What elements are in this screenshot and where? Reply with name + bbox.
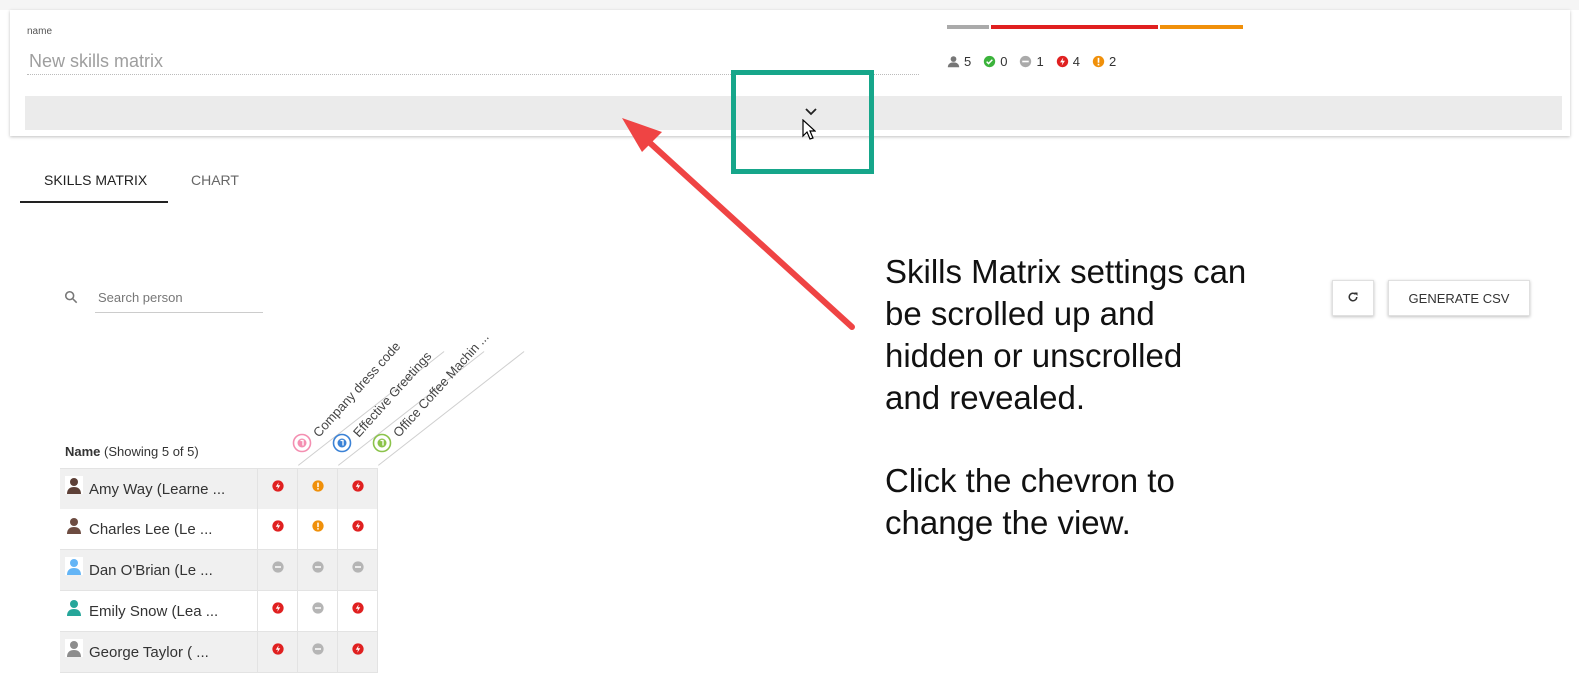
due-soon-icon <box>311 480 324 492</box>
overdue-icon <box>271 602 284 614</box>
skill-status-cell[interactable] <box>258 469 298 509</box>
person-name-cell[interactable]: Emily Snow (Lea ... <box>60 591 258 631</box>
skill-status-cell[interactable] <box>298 469 338 509</box>
not-started-icon <box>271 561 284 573</box>
person-name-cell[interactable]: Dan O'Brian (Le ... <box>60 550 258 590</box>
stat-overdue-count: 4 <box>1072 54 1080 69</box>
annotation-line-4: and revealed. <box>885 379 1085 416</box>
overdue-icon <box>351 602 364 614</box>
skill-status-cell[interactable] <box>298 550 338 590</box>
avatar <box>65 476 83 494</box>
skill-status-cell[interactable] <box>258 550 298 590</box>
person-icon <box>947 55 960 68</box>
skill-status-cell[interactable] <box>338 550 378 590</box>
tab-chart[interactable]: CHART <box>191 172 239 188</box>
overdue-icon <box>351 643 364 655</box>
progress-overdue <box>991 25 1158 29</box>
name-column-label: Name <box>65 444 101 459</box>
person-name: Charles Lee (Le ... <box>89 520 213 538</box>
refresh-button[interactable] <box>1332 280 1374 316</box>
not-started-icon <box>311 602 324 614</box>
table-row: George Taylor ( ... <box>60 632 378 673</box>
not-started-icon <box>311 561 324 573</box>
person-name: George Taylor ( ... <box>89 643 209 661</box>
exclamation-circle-icon <box>1092 55 1105 68</box>
name-label: name <box>27 26 53 37</box>
annotation-line-2: be scrolled up and <box>885 295 1155 332</box>
showing-count: (Showing 5 of 5) <box>104 444 199 459</box>
table-row: Dan O'Brian (Le ... <box>60 550 378 591</box>
stat-due-soon-count: 2 <box>1108 54 1117 69</box>
progress-not-started <box>947 25 989 29</box>
table-row: Amy Way (Learne ... <box>60 468 378 510</box>
tab-skills-matrix[interactable]: SKILLS MATRIX <box>44 172 147 188</box>
not-started-icon <box>311 643 324 655</box>
refresh-icon <box>1347 291 1359 306</box>
skill-badge-icon <box>372 433 392 458</box>
progress-due-soon <box>1160 25 1243 29</box>
table-row: Charles Lee (Le ... <box>60 509 378 550</box>
skill-status-cell[interactable] <box>258 591 298 631</box>
active-tab-indicator <box>20 201 168 203</box>
person-name-cell[interactable]: George Taylor ( ... <box>60 632 258 672</box>
skill-status-cell[interactable] <box>338 591 378 631</box>
minus-circle-icon <box>1019 55 1032 68</box>
skill-status-cell[interactable] <box>258 632 298 672</box>
check-circle-icon <box>983 55 996 68</box>
skill-status-cell[interactable] <box>338 632 378 672</box>
stat-people: 5 <box>947 54 971 69</box>
annotation-arrow <box>622 118 855 330</box>
skill-status-cell[interactable] <box>338 469 378 509</box>
stat-completed: 0 <box>983 54 1007 69</box>
skill-status-cell[interactable] <box>298 509 338 549</box>
person-name-cell[interactable]: Amy Way (Learne ... <box>60 469 258 509</box>
due-soon-icon <box>311 520 324 532</box>
annotation-line-3: hidden or unscrolled <box>885 337 1183 374</box>
skill-badge-icon <box>292 433 312 458</box>
not-started-icon <box>351 561 364 573</box>
avatar <box>65 639 83 657</box>
avatar <box>65 598 83 616</box>
stat-not-started-count: 1 <box>1036 54 1044 69</box>
avatar <box>65 557 83 575</box>
annotation-line-1: Skills Matrix settings can <box>885 253 1247 290</box>
skill-status-cell[interactable] <box>298 632 338 672</box>
person-name: Dan O'Brian (Le ... <box>89 561 213 579</box>
generate-csv-button[interactable]: GENERATE CSV <box>1388 280 1530 316</box>
skill-status-cell[interactable] <box>338 509 378 549</box>
overdue-icon <box>351 480 364 492</box>
overdue-icon <box>271 480 284 492</box>
status-summary: 5 0 1 4 2 <box>947 54 1128 69</box>
search-icon <box>64 290 78 309</box>
annotation-line-5: Click the chevron to <box>885 462 1175 499</box>
stat-overdue: 4 <box>1056 54 1080 69</box>
overdue-icon <box>351 520 364 532</box>
table-row: Emily Snow (Lea ... <box>60 591 378 632</box>
search-person-input[interactable] <box>95 282 263 313</box>
person-name: Emily Snow (Lea ... <box>89 602 219 620</box>
avatar <box>65 516 83 534</box>
overdue-icon <box>271 520 284 532</box>
overdue-icon <box>1056 55 1069 68</box>
stat-completed-count: 0 <box>1000 54 1008 69</box>
annotation-line-6: change the view. <box>885 504 1131 541</box>
top-strip <box>0 0 1579 10</box>
stat-people-count: 5 <box>964 54 972 69</box>
stat-not-started: 1 <box>1019 54 1044 69</box>
matrix-name-header: Name (Showing 5 of 5) <box>65 444 199 459</box>
stat-due-soon: 2 <box>1092 54 1116 69</box>
overdue-icon <box>271 643 284 655</box>
skill-status-cell[interactable] <box>258 509 298 549</box>
skill-badge-icon <box>332 433 352 458</box>
person-name-cell[interactable]: Charles Lee (Le ... <box>60 509 258 549</box>
skill-status-cell[interactable] <box>298 591 338 631</box>
person-name: Amy Way (Learne ... <box>89 480 226 498</box>
